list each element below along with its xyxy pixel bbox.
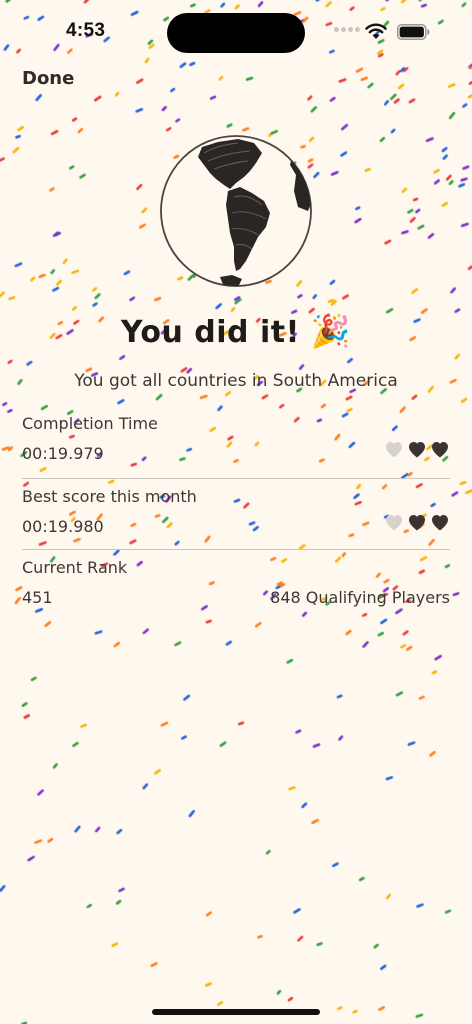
- heart-filled-icon: [409, 442, 425, 458]
- globe-americas-icon: [160, 135, 312, 287]
- current-rank-label: Current Rank: [22, 558, 128, 577]
- best-score-label: Best score this month: [22, 487, 197, 506]
- cellular-signal-icon: [334, 27, 360, 32]
- current-rank-value: 451: [22, 588, 53, 607]
- battery-icon: [397, 24, 430, 40]
- heart-filled-icon: [409, 515, 425, 531]
- completion-time-label: Completion Time: [22, 414, 158, 433]
- divider: [22, 549, 450, 550]
- best-score-row: Best score this month 00:19.980: [22, 487, 450, 547]
- divider: [22, 478, 450, 479]
- status-time: 4:53: [66, 20, 106, 41]
- subtitle: You got all countries in South America: [74, 371, 398, 391]
- party-popper-icon: 🎉: [310, 312, 352, 350]
- dynamic-island: [167, 13, 305, 53]
- wifi-icon: [365, 23, 387, 39]
- hearts-rating: [384, 440, 450, 460]
- completion-time-row: Completion Time 00:19.979: [22, 414, 450, 474]
- done-button[interactable]: Done: [22, 68, 74, 89]
- heart-filled-icon: [432, 515, 448, 531]
- headline-text: You did it!: [120, 315, 300, 350]
- best-score-value: 00:19.980: [22, 517, 104, 536]
- heart-filled-icon: [432, 442, 448, 458]
- completion-time-value: 00:19.979: [22, 444, 104, 463]
- heart-empty-icon: [386, 442, 402, 458]
- home-indicator: [152, 1009, 320, 1015]
- heart-empty-icon: [386, 515, 402, 531]
- headline: You did it! 🎉: [0, 312, 472, 350]
- current-rank-row: Current Rank 451 848 Qualifying Players: [22, 558, 450, 618]
- hearts-rating: [384, 513, 450, 533]
- qualifying-players-count: 848 Qualifying Players: [270, 588, 450, 607]
- status-bar: 4:53: [0, 0, 472, 60]
